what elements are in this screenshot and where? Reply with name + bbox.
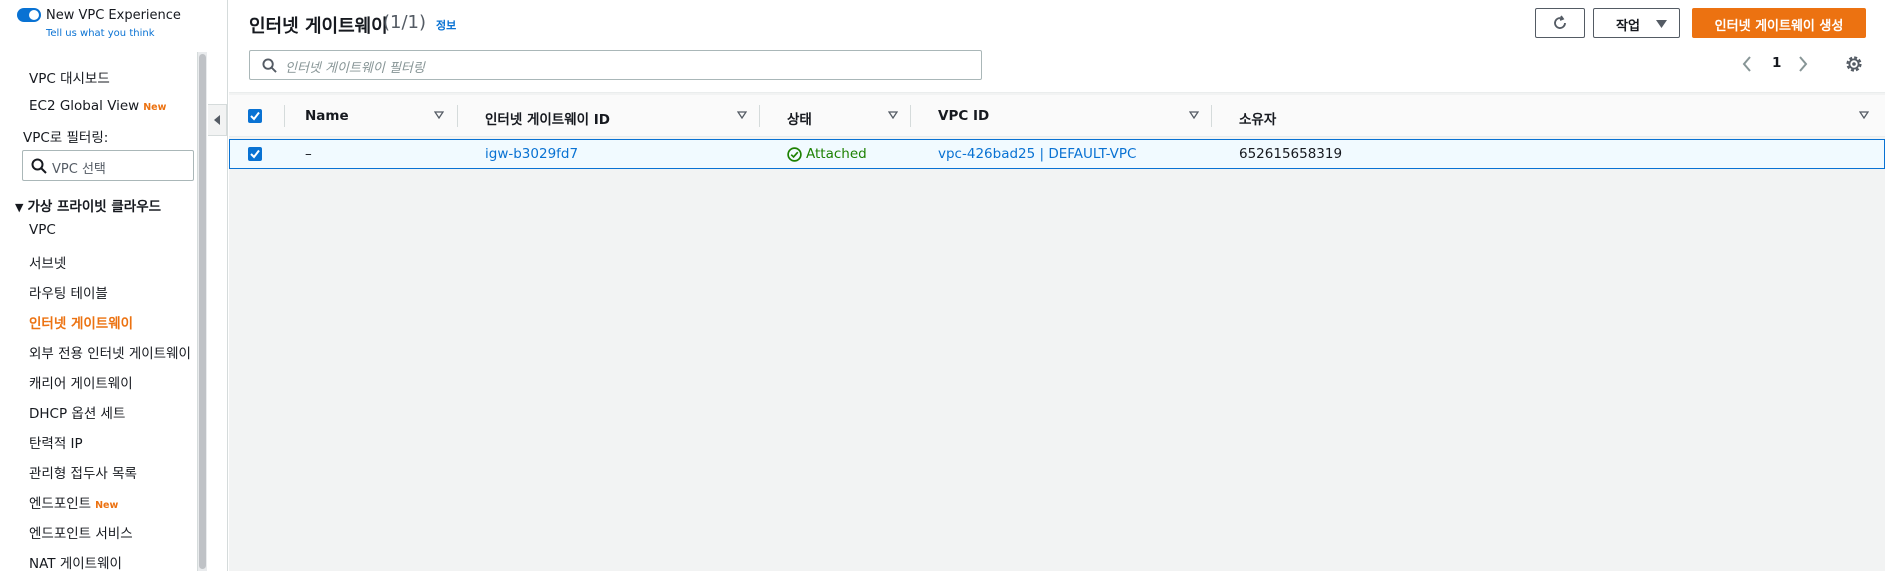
- toggle-knob: [29, 10, 39, 20]
- table-header-panel: 인터넷 게이트웨이 (1/1) 정보 작업 인터넷 게이트웨이 생성 인터넷 게…: [229, 0, 1885, 93]
- sidebar-item-carrier-gateways[interactable]: 캐리어 게이트웨이: [29, 372, 133, 392]
- collapse-sidebar-button[interactable]: [208, 104, 227, 136]
- chevron-right-icon[interactable]: [1798, 56, 1808, 72]
- nav-vpc-dashboard[interactable]: VPC 대시보드: [29, 67, 110, 87]
- sort-icon[interactable]: [1189, 111, 1199, 119]
- new-badge: New: [143, 102, 167, 113]
- new-badge: New: [95, 500, 119, 511]
- column-header-name[interactable]: Name: [305, 108, 349, 124]
- vpc-select-placeholder: VPC 선택: [52, 162, 106, 177]
- search-icon: [262, 58, 277, 73]
- sidebar-scroll-thumb[interactable]: [199, 54, 206, 569]
- check-icon: [250, 111, 260, 121]
- actions-dropdown-button[interactable]: 작업: [1593, 8, 1680, 38]
- search-icon: [31, 158, 47, 174]
- page-number[interactable]: 1: [1772, 55, 1781, 71]
- sidebar-scrollbar[interactable]: [197, 52, 207, 571]
- new-vpc-experience-toggle[interactable]: [17, 8, 41, 22]
- actions-label: 작업: [1616, 19, 1640, 34]
- feedback-link[interactable]: Tell us what you think: [46, 28, 155, 39]
- column-separator: [284, 105, 285, 127]
- table-row[interactable]: – igw-b3029fd7 Attached vpc-426bad25 | D…: [229, 139, 1885, 169]
- cell-owner: 652615658319: [1239, 146, 1343, 162]
- sidebar-item-route-tables[interactable]: 라우팅 테이블: [29, 282, 108, 302]
- sidebar-item-internet-gateways[interactable]: 인터넷 게이트웨이: [29, 312, 133, 332]
- sidebar-item-endpoint-services[interactable]: 엔드포인트 서비스: [29, 522, 133, 542]
- status-text: Attached: [806, 146, 867, 162]
- vpc-filter-label: VPC로 필터링:: [23, 130, 109, 146]
- gear-icon[interactable]: [1844, 54, 1864, 74]
- sidebar-item-egress-only-igw[interactable]: 외부 전용 인터넷 게이트웨이: [29, 342, 191, 362]
- section-virtual-private-cloud[interactable]: ▼ 가상 프라이빗 클라우드: [15, 195, 161, 215]
- row-checkbox[interactable]: [248, 147, 262, 161]
- caret-down-icon: ▼: [15, 201, 24, 214]
- sidebar-item-subnets[interactable]: 서브넷: [29, 252, 66, 272]
- sidebar-item-vpc[interactable]: VPC: [29, 222, 56, 238]
- chevron-left-icon[interactable]: [1742, 56, 1752, 72]
- filter-placeholder: 인터넷 게이트웨이 필터링: [285, 61, 425, 76]
- cell-vpc-id-link[interactable]: vpc-426bad25 | DEFAULT-VPC: [938, 146, 1136, 162]
- cell-igw-id-link[interactable]: igw-b3029fd7: [485, 146, 578, 162]
- select-all-checkbox[interactable]: [248, 109, 262, 123]
- nav-ec2-global-view[interactable]: EC2 Global View New: [29, 98, 166, 114]
- nav-ec2-global-view-label: EC2 Global View: [29, 98, 140, 114]
- caret-left-icon: [214, 115, 220, 125]
- sidebar-item-endpoints-label: 엔드포인트: [29, 496, 92, 512]
- main-content: 인터넷 게이트웨이 (1/1) 정보 작업 인터넷 게이트웨이 생성 인터넷 게…: [229, 0, 1885, 571]
- column-separator[interactable]: [910, 105, 911, 127]
- column-header-vpc-id[interactable]: VPC ID: [938, 108, 989, 124]
- sidebar: New VPC Experience Tell us what you thin…: [0, 0, 228, 571]
- column-header-igw-id[interactable]: 인터넷 게이트웨이 ID: [485, 108, 610, 128]
- refresh-button[interactable]: [1535, 8, 1585, 38]
- check-icon: [250, 149, 260, 159]
- caret-down-icon: [1656, 20, 1667, 28]
- section-title: 가상 프라이빗 클라우드: [27, 199, 162, 215]
- sidebar-item-dhcp-options[interactable]: DHCP 옵션 세트: [29, 402, 125, 422]
- create-button-label: 인터넷 게이트웨이 생성: [1714, 19, 1844, 34]
- sort-icon[interactable]: [434, 111, 444, 119]
- sort-icon[interactable]: [1859, 111, 1869, 119]
- filter-input[interactable]: 인터넷 게이트웨이 필터링: [249, 50, 982, 80]
- column-separator[interactable]: [1211, 105, 1212, 127]
- page-title: 인터넷 게이트웨이: [249, 16, 388, 37]
- column-header-status[interactable]: 상태: [787, 108, 812, 128]
- table-header-row: Name 인터넷 게이트웨이 ID 상태 VPC ID 소유자: [229, 95, 1885, 137]
- vpc-select[interactable]: VPC 선택: [22, 150, 194, 181]
- column-separator[interactable]: [759, 105, 760, 127]
- sort-icon[interactable]: [737, 111, 747, 119]
- success-check-icon: [787, 147, 802, 162]
- sidebar-item-elastic-ip[interactable]: 탄력적 IP: [29, 432, 83, 452]
- new-vpc-experience-label: New VPC Experience: [46, 8, 181, 23]
- sidebar-item-nat-gateways[interactable]: NAT 게이트웨이: [29, 552, 122, 571]
- sort-icon[interactable]: [888, 111, 898, 119]
- cell-name[interactable]: –: [305, 146, 312, 162]
- refresh-icon: [1554, 15, 1566, 29]
- info-link[interactable]: 정보: [436, 17, 456, 33]
- column-header-owner[interactable]: 소유자: [1239, 108, 1276, 128]
- create-internet-gateway-button[interactable]: 인터넷 게이트웨이 생성: [1692, 8, 1866, 38]
- sidebar-item-endpoints[interactable]: 엔드포인트 New: [29, 492, 118, 512]
- column-separator[interactable]: [457, 105, 458, 127]
- item-count: (1/1): [383, 12, 427, 33]
- sidebar-item-prefix-lists[interactable]: 관리형 접두사 목록: [29, 462, 137, 482]
